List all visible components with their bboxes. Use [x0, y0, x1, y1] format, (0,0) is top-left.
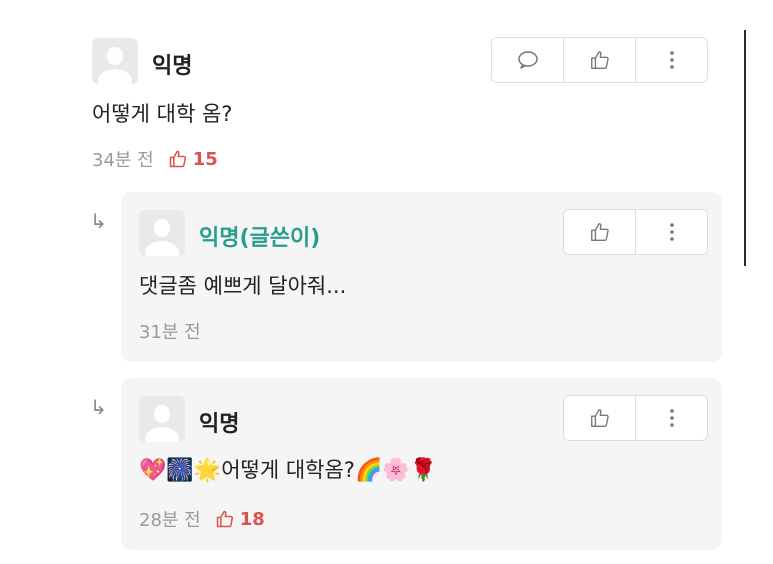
reply-2-author: 익명 [199, 412, 240, 437]
like-button[interactable] [564, 396, 636, 440]
post-meta: 34분 전 15 [92, 146, 218, 172]
thumbs-up-icon [590, 51, 609, 69]
post-action-buttons [491, 37, 708, 83]
avatar-icon [92, 38, 138, 84]
like-button[interactable] [564, 38, 636, 82]
emoji-prefix: 💖🎆🌟 [139, 458, 222, 483]
reply-2-meta: 28분 전 18 [139, 506, 265, 532]
thumbs-up-icon [169, 150, 186, 168]
reply-1-time: 31분 전 [139, 322, 201, 343]
reply-2-content: 💖🎆🌟어떻게 대학옴?🌈🌸🌹 [139, 454, 437, 484]
reply-1-action-buttons [563, 209, 708, 255]
more-button[interactable] [636, 396, 707, 440]
avatar-icon [139, 210, 185, 256]
thumbs-up-icon [216, 510, 233, 528]
like-count: 18 [239, 508, 265, 530]
reply-1-content: 댓글좀 예쁘게 달아줘... [139, 274, 347, 298]
post-time: 34분 전 [92, 150, 154, 171]
avatar-icon [139, 396, 185, 442]
thumbs-up-icon [590, 223, 609, 241]
comment-icon [517, 51, 538, 69]
reply-1: 익명(글쓴이) 댓글좀 예쁘게 달아줘... 31분 전 [121, 192, 722, 362]
comment-button[interactable] [492, 38, 564, 82]
like-button[interactable] [564, 210, 636, 254]
reply-1-author: 익명(글쓴이) [199, 226, 321, 251]
more-vertical-icon [669, 223, 674, 241]
reply-2-text: 어떻게 대학옴? [221, 458, 355, 482]
post-content: 어떻게 대학 옴? [92, 102, 233, 126]
thumbs-up-icon [590, 409, 609, 427]
reply-arrow-icon: ↳ [90, 395, 107, 419]
post-author: 익명 [152, 54, 193, 79]
more-vertical-icon [669, 409, 674, 427]
more-button[interactable] [636, 38, 707, 82]
scrollbar[interactable] [744, 30, 746, 266]
emoji-suffix: 🌈🌸🌹 [354, 458, 438, 483]
reply-2-time: 28분 전 [139, 510, 201, 531]
like-count: 15 [192, 148, 218, 170]
reply-1-meta: 31분 전 [139, 318, 201, 344]
reply-2-like-count: 18 [215, 509, 265, 530]
reply-arrow-icon: ↳ [90, 209, 107, 233]
more-button[interactable] [636, 210, 707, 254]
post-like-count: 15 [168, 149, 218, 170]
reply-2-action-buttons [563, 395, 708, 441]
more-vertical-icon [669, 51, 674, 69]
reply-2: 익명 💖🎆🌟어떻게 대학옴?🌈🌸🌹 28분 전 18 [121, 378, 722, 550]
